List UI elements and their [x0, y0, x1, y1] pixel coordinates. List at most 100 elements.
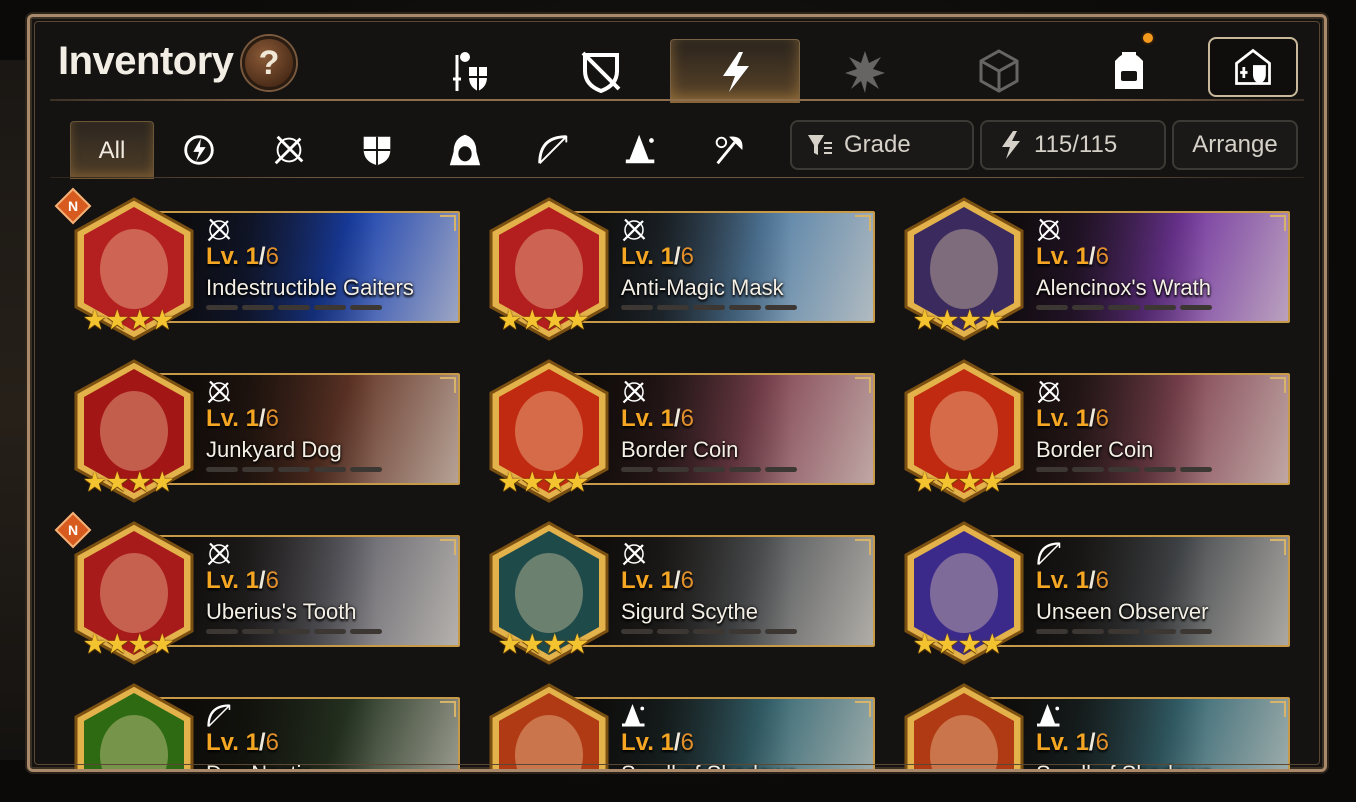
artifact-card[interactable]: N Lv. 1/6 Indestructible Gaiters ★ ★ ★ ★: [54, 187, 462, 341]
corner-ornament: [1270, 701, 1286, 717]
level-value: 1: [245, 567, 259, 594]
capacity-count: 115/115: [1034, 131, 1118, 158]
header-divider: [50, 99, 1304, 101]
star-rating: ★ ★ ★ ★: [914, 309, 1003, 333]
enhance-progress: [1036, 629, 1212, 634]
artifact-card[interactable]: Lv. 1/6 Anti-Magic Mask ★ ★ ★ ★: [485, 195, 877, 341]
lightning-icon: [723, 51, 749, 92]
artifact-card[interactable]: Lv. 1/6Scroll of Shadows★★★★: [900, 681, 1292, 769]
help-button[interactable]: ?: [242, 36, 296, 90]
artifact-card[interactable]: Lv. 1/6 Unseen Observer ★ ★ ★ ★: [900, 519, 1292, 665]
crossed-swords-icon: [1037, 218, 1061, 242]
artifact-card[interactable]: Lv. 1/6 Junkyard Dog ★ ★ ★ ★: [70, 357, 462, 503]
max-level: 6: [265, 729, 279, 756]
grade-filter-button[interactable]: Grade: [790, 120, 974, 170]
axe-icon: [715, 136, 743, 165]
star-icon: ★: [129, 307, 151, 334]
filter-thief[interactable]: [424, 121, 506, 179]
arrange-button[interactable]: Arrange: [1172, 120, 1298, 170]
level-value: 1: [660, 243, 674, 270]
filter-ranger[interactable]: [512, 121, 594, 179]
artifact-name: Alencinox's Wrath: [1036, 275, 1211, 300]
level-text: Lv. 1/6: [206, 729, 279, 756]
star-icon: ★: [129, 469, 151, 496]
filter-warrior[interactable]: [688, 121, 770, 179]
guild-button[interactable]: [1208, 37, 1298, 97]
filter-knight-blade[interactable]: [248, 121, 330, 179]
crossed-swords-icon: [622, 380, 646, 404]
corner-ornament: [855, 701, 871, 717]
artifact-card[interactable]: Lv. 1/6Dux Noctis★★★★: [70, 681, 462, 769]
artifact-name: Indestructible Gaiters: [206, 275, 414, 300]
star-rating: ★ ★ ★ ★: [914, 471, 1003, 495]
star-icon: ★: [914, 631, 936, 658]
item-grid: N Lv. 1/6 Indestructible Gaiters ★ ★ ★ ★ Lv. 1/…: [30, 187, 1324, 769]
corner-ornament: [855, 539, 871, 555]
artifact-card[interactable]: Lv. 1/6 Alencinox's Wrath ★ ★ ★ ★: [900, 195, 1292, 341]
filter-soul-weaver[interactable]: [158, 121, 240, 179]
artifact-name: Border Coin: [621, 437, 739, 462]
corner-ornament: [855, 215, 871, 231]
tab-artifacts[interactable]: [670, 39, 800, 103]
tab-catalysts[interactable]: [800, 39, 930, 103]
backpack-icon: [1115, 52, 1143, 89]
artifact-card[interactable]: Lv. 1/6 Border Coin ★ ★ ★ ★: [485, 357, 877, 503]
bow-icon: [207, 704, 231, 728]
max-level: 6: [1095, 243, 1109, 270]
star-rating: ★ ★ ★ ★: [499, 309, 588, 333]
cube-icon: [979, 49, 1019, 93]
max-level: 6: [680, 567, 694, 594]
capacity-display: 115/115: [980, 120, 1166, 170]
artifact-card[interactable]: Lv. 1/6 Border Coin ★ ★ ★ ★: [900, 357, 1292, 503]
star-icon: ★: [84, 307, 106, 334]
wizard-hat-icon: [622, 704, 645, 727]
star-rating: ★ ★ ★ ★: [914, 633, 1003, 657]
star-icon: ★: [544, 631, 566, 658]
tab-no-equipment[interactable]: [536, 39, 666, 103]
artifact-card[interactable]: N Lv. 1/6 Uberius's Tooth ★ ★ ★ ★: [54, 511, 462, 665]
star-icon: ★: [151, 307, 174, 334]
level-text: Lv. 1/6: [206, 243, 279, 270]
tab-bag[interactable]: [1064, 31, 1194, 103]
level-text: Lv. 1/6: [206, 405, 279, 432]
notification-dot: [1141, 31, 1155, 45]
star-icon: ★: [544, 469, 566, 496]
castle-icon: [1235, 48, 1271, 85]
star-icon: ★: [959, 469, 981, 496]
artifact-icon: [74, 683, 194, 769]
max-level: 6: [1095, 567, 1109, 594]
corner-ornament: [440, 215, 456, 231]
bow-icon: [1037, 542, 1061, 566]
game-screen: Inventory ? All Grade 115/115 Arrange N …: [0, 0, 1356, 802]
crossed-shield-icon: [581, 51, 621, 94]
artifact-icon: [904, 683, 1024, 769]
filter-all[interactable]: All: [70, 121, 154, 179]
inventory-panel: Inventory ? All Grade 115/115 Arrange N …: [27, 14, 1327, 772]
bow-icon: [538, 135, 568, 164]
artifact-card[interactable]: Lv. 1/6Scroll of Shadows★★★★: [485, 681, 877, 769]
corner-ornament: [1270, 539, 1286, 555]
artifact-name: Uberius's Tooth: [206, 599, 357, 624]
max-level: 6: [1095, 405, 1109, 432]
crossed-swords-icon: [622, 542, 646, 566]
level-text: Lv. 1/6: [621, 243, 694, 270]
star-icon: ★: [84, 631, 106, 658]
tab-hero-equipment[interactable]: [406, 39, 536, 103]
level-text: Lv. 1/6: [1036, 567, 1109, 594]
wizard-hat-icon: [1037, 704, 1060, 727]
filter-knight[interactable]: [336, 121, 418, 179]
artifact-card[interactable]: Lv. 1/6 Sigurd Scythe ★ ★ ★ ★: [485, 519, 877, 665]
star-icon: ★: [84, 469, 106, 496]
level-value: 1: [1075, 405, 1089, 432]
filter-mage[interactable]: [600, 121, 682, 179]
tab-materials[interactable]: [934, 39, 1064, 103]
crossed-swords-icon: [207, 218, 231, 242]
level-text: Lv. 1/6: [1036, 729, 1109, 756]
star-icon: ★: [106, 307, 129, 334]
arrange-label: Arrange: [1192, 131, 1278, 158]
star-icon: ★: [959, 631, 981, 658]
level-value: 1: [1075, 243, 1089, 270]
star-icon: ★: [129, 631, 151, 658]
spiky-crystal-icon: [845, 51, 885, 93]
level-value: 1: [660, 729, 674, 756]
